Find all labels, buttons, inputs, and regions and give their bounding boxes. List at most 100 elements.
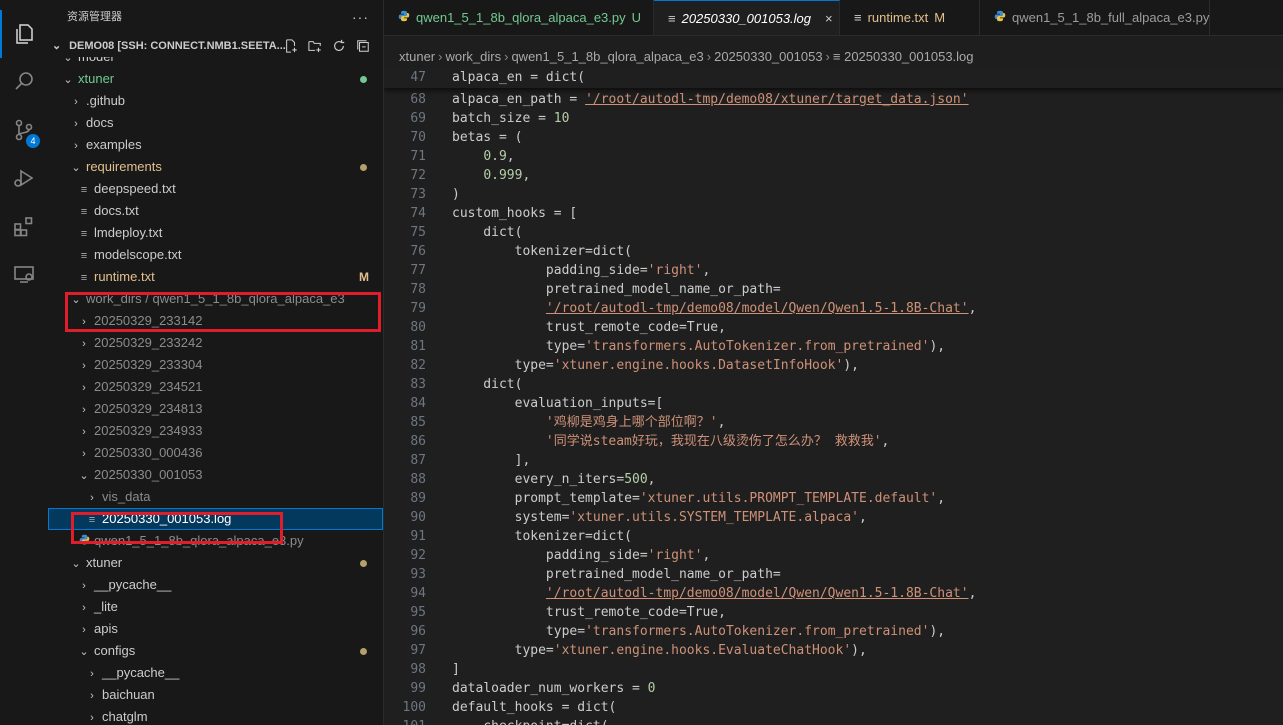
code-line: 94 '/root/autodl-tmp/demo08/model/Qwen/Q… (384, 584, 976, 603)
tree-item-label: __pycache__ (94, 577, 172, 592)
status-dot (360, 76, 367, 83)
tree-file[interactable]: ≡ deepspeed.txt (48, 178, 383, 200)
breadcrumb-item[interactable]: work_dirs (445, 49, 501, 64)
string-literal: '/root/autodl-tmp/demo08/model/Qwen/Qwen… (545, 301, 969, 316)
tree-folder[interactable]: › _lite (48, 596, 383, 618)
line-number: 84 (410, 396, 426, 411)
tree-folder[interactable]: › __pycache__ (48, 662, 383, 684)
number-literal: 500 (624, 472, 648, 487)
breadcrumb-separator-icon: › (825, 49, 830, 64)
code-text: ), (929, 624, 946, 639)
refresh-icon[interactable] (331, 35, 347, 57)
run-debug-icon[interactable] (0, 154, 48, 202)
close-icon[interactable]: × (825, 1, 833, 36)
line-number: 89 (410, 491, 426, 506)
status-dot (360, 560, 367, 567)
py-file-icon (76, 531, 92, 553)
extensions-icon[interactable] (0, 202, 48, 250)
tree-file[interactable]: ≡ lmdeploy.txt (48, 222, 383, 244)
remote-explorer-icon[interactable] (0, 250, 48, 298)
tree-item-label: 20250329_234813 (94, 401, 203, 416)
search-icon[interactable] (0, 58, 48, 106)
workspace-section-header[interactable]: ⌄ DEMO08 [SSH: CONNECT.NMB1.SEETA... (48, 35, 383, 57)
tree-folder[interactable]: › 20250329_234813 (48, 398, 383, 420)
tab-1[interactable]: ≡ 20250330_001053.log × (654, 0, 840, 35)
code-text: , (647, 472, 656, 487)
collapse-all-icon[interactable] (355, 35, 371, 57)
new-folder-icon[interactable] (307, 35, 323, 57)
code-line: 69 batch_size = 10 (384, 109, 569, 128)
txt-file-icon: ≡ (80, 272, 88, 284)
tree-file[interactable]: ≡ docs.txt (48, 200, 383, 222)
new-file-icon[interactable] (283, 35, 299, 57)
breadcrumb-item[interactable]: xtuner (399, 49, 435, 64)
tree-folder[interactable]: › .github (48, 90, 383, 112)
breadcrumb-item[interactable]: qwen1_5_1_8b_qlora_alpaca_e3 (511, 49, 703, 64)
string-literal: 'xtuner.engine.hooks.EvaluateChatHook' (553, 643, 852, 658)
code-text: pretrained_model_name_or_path= (452, 282, 781, 297)
chevron-right-icon: › (82, 382, 86, 394)
breadcrumb-item[interactable]: 20250330_001053.log (844, 49, 973, 64)
source-control-icon[interactable]: 4 (0, 106, 48, 154)
tree-folder[interactable]: ⌄ xtuner (48, 552, 383, 574)
breadcrumb-item[interactable]: 20250330_001053 (714, 49, 822, 64)
tab-label: qwen1_5_1_8b_qlora_alpaca_e3.py (416, 10, 626, 25)
tree-folder[interactable]: › apis (48, 618, 383, 640)
more-actions-icon[interactable]: ··· (352, 0, 369, 35)
tree-file[interactable]: qwen1_5_1_8b_qlora_alpaca_e3.py (48, 530, 383, 552)
breadcrumb-separator-icon: › (438, 49, 443, 64)
tree-item-label: 20250329_233142 (94, 313, 203, 328)
tree-folder[interactable]: › 20250329_233304 (48, 354, 383, 376)
tree-item-label: deepspeed.txt (94, 181, 176, 196)
files-icon[interactable] (0, 10, 48, 58)
tree-item-label: 20250329_234521 (94, 379, 203, 394)
tree-folder[interactable]: ⌄ work_dirs / qwen1_5_1_8b_qlora_alpaca_e… (48, 288, 383, 310)
code-text: alpaca_en_path = (452, 92, 586, 107)
tree-folder[interactable]: › docs (48, 112, 383, 134)
chevron-right-icon: › (82, 602, 86, 614)
tree-folder[interactable]: ⌄ configs (48, 640, 383, 662)
tree-folder[interactable]: › 20250330_000436 (48, 442, 383, 464)
tree-folder[interactable]: ⌄ xtuner (48, 68, 383, 90)
chevron-right-icon: › (90, 668, 94, 680)
code-editor[interactable]: 47 alpaca_en = dict( 68 alpaca_en_path = '… (384, 68, 1283, 725)
tree-folder[interactable]: ⌄ requirements (48, 156, 383, 178)
tree-item-label: 20250329_233304 (94, 357, 203, 372)
tree-file[interactable]: ≡ 20250330_001053.log (48, 508, 383, 530)
line-number: 81 (410, 339, 426, 354)
tree-folder[interactable]: ⌄ 20250330_001053 (48, 464, 383, 486)
line-number: 100 (402, 700, 426, 715)
code-text: dataloader_num_workers = (452, 681, 648, 696)
tab-2[interactable]: ≡ runtime.txt M (840, 0, 980, 35)
tree-folder[interactable]: ⌄model (48, 57, 383, 68)
code-text: , (968, 301, 977, 316)
tree-folder[interactable]: › baichuan (48, 684, 383, 706)
tree-file[interactable]: ≡ modelscope.txt (48, 244, 383, 266)
code-line: 70 betas = ( (384, 128, 522, 147)
code-line: 91 tokenizer=dict( (384, 527, 632, 546)
code-text: , (968, 586, 977, 601)
code-text: ), (843, 358, 859, 373)
line-number: 82 (410, 358, 426, 373)
tab-3[interactable]: qwen1_5_1_8b_full_alpaca_e3.py (980, 0, 1210, 35)
tree-folder[interactable]: › examples (48, 134, 383, 156)
code-text: tokenizer=dict( (452, 529, 633, 544)
tree-folder[interactable]: › 20250329_234521 (48, 376, 383, 398)
code-line: 78 pretrained_model_name_or_path= (384, 280, 781, 299)
tree-folder[interactable]: › chatglm (48, 706, 383, 725)
code-text: padding_side= (452, 263, 648, 278)
sticky-scroll-line[interactable]: 47 alpaca_en = dict( (384, 68, 1283, 88)
tree-folder[interactable]: › __pycache__ (48, 574, 383, 596)
tree-folder[interactable]: › 20250329_233142 (48, 310, 383, 332)
tree-item-label: runtime.txt (94, 269, 155, 284)
tree-folder[interactable]: › 20250329_233242 (48, 332, 383, 354)
tree-folder[interactable]: › vis_data (48, 486, 383, 508)
tree-file[interactable]: ≡ runtime.txt M (48, 266, 383, 288)
tree-folder[interactable]: › 20250329_234933 (48, 420, 383, 442)
line-number: 93 (410, 567, 426, 582)
tree-item-label: __pycache__ (102, 665, 180, 680)
tab-0[interactable]: qwen1_5_1_8b_qlora_alpaca_e3.py U (384, 0, 654, 35)
tree-item-label: vis_data (102, 489, 151, 504)
code-line: 97 type='xtuner.engine.hooks.EvaluateCha… (384, 641, 866, 660)
number-literal: 0 (647, 681, 656, 696)
